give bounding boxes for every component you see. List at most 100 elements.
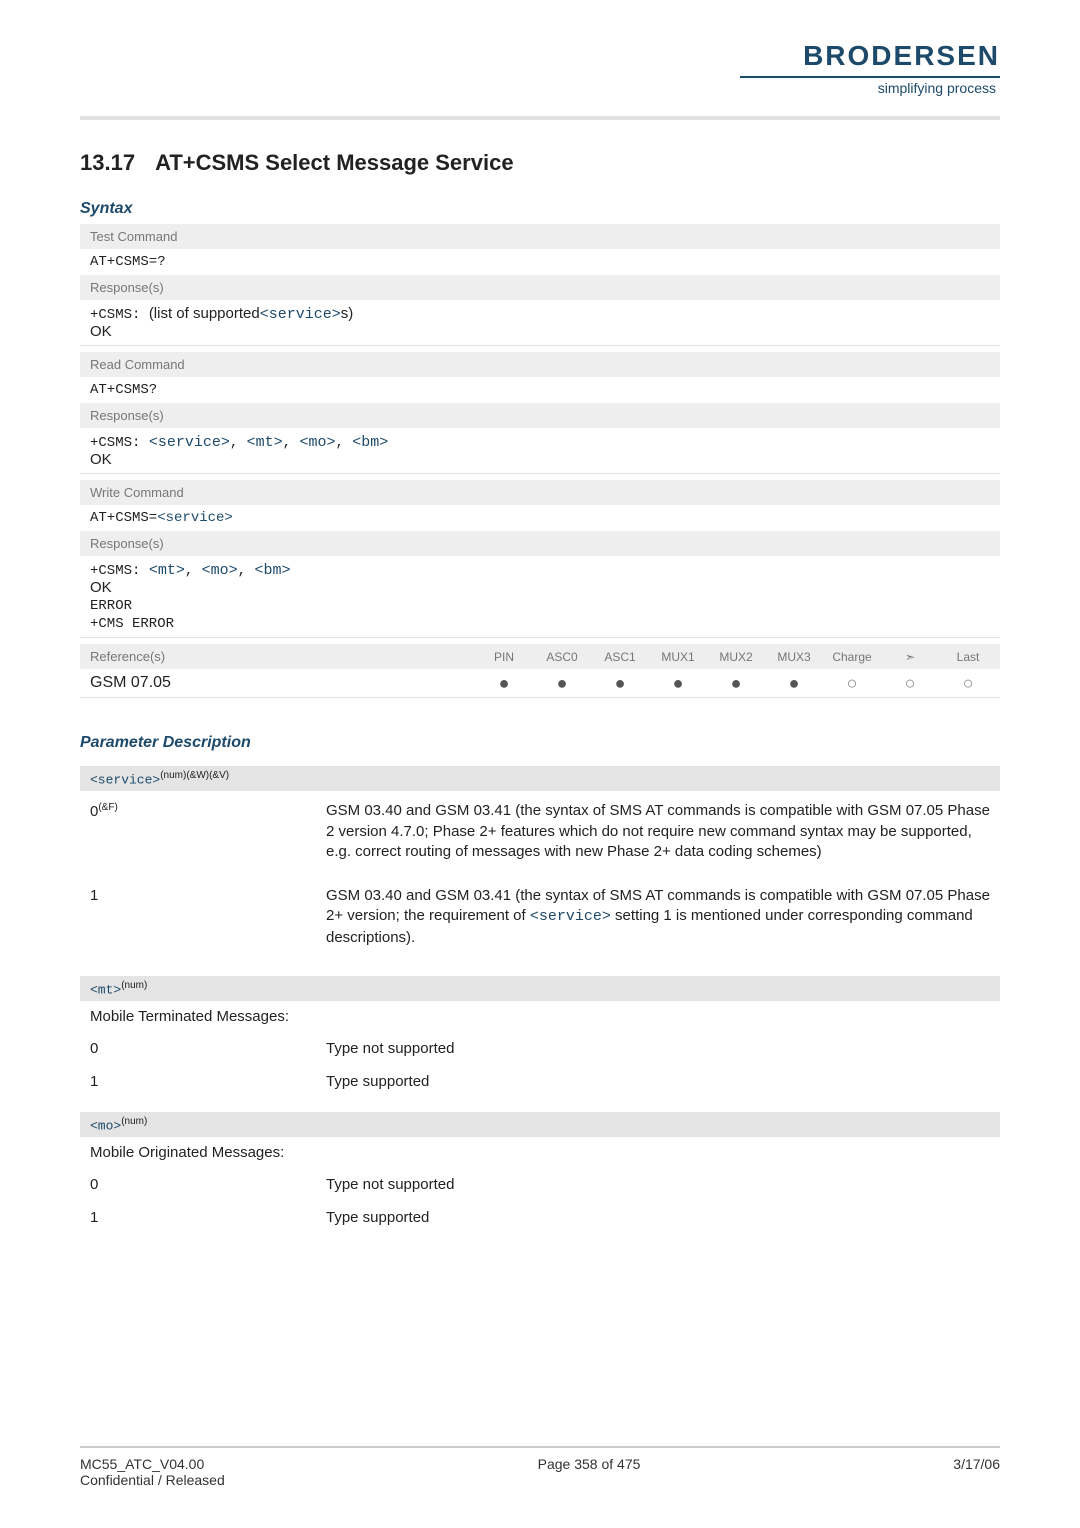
test-resp-param: <service> [260, 306, 341, 323]
read-p2: <mt> [247, 434, 283, 451]
test-resp-pre: +CSMS: [90, 307, 149, 323]
mo-v1: Type supported [326, 1208, 990, 1228]
write-err1: ERROR [90, 598, 132, 614]
read-ok: OK [90, 451, 112, 468]
page: BRODERSEN simplifying process 13.17 AT+C… [0, 0, 1080, 1528]
write-p1: <mt> [149, 562, 185, 579]
param-service-key0: 0(&F) [90, 801, 302, 862]
read-label: Read Command [80, 352, 1000, 377]
read-command-box: Read Command AT+CSMS? Response(s) +CSMS:… [80, 352, 1000, 474]
write-command-box: Write Command AT+CSMS=<service> Response… [80, 480, 1000, 638]
read-p1: <service> [149, 434, 230, 451]
test-response-label: Response(s) [80, 275, 1000, 300]
dot-mux1: ● [656, 674, 700, 692]
reference-value: GSM 07.05 [90, 674, 482, 692]
read-p4: <bm> [352, 434, 388, 451]
dot-asc1: ● [598, 674, 642, 692]
param-service-key1: 1 [90, 886, 302, 948]
write-ok: OK [90, 579, 112, 596]
reference-columns: PIN ASC0 ASC1 MUX1 MUX2 MUX3 Charge ➣ La… [482, 650, 990, 664]
param-service-val1: GSM 03.40 and GSM 03.41 (the syntax of S… [326, 886, 990, 948]
read-cmd: AT+CSMS? [80, 377, 1000, 403]
footer-page: Page 358 of 475 [538, 1456, 641, 1488]
param-heading: Parameter Description [80, 734, 1000, 752]
mt-v1: Type supported [326, 1072, 990, 1092]
param-service-row0: 0(&F) GSM 03.40 and GSM 03.41 (the synta… [80, 791, 1000, 876]
brand-tagline: simplifying process [740, 80, 1000, 96]
test-resp-mid: (list of supported [149, 305, 260, 322]
brand-block: BRODERSEN simplifying process [740, 40, 1000, 98]
footer-doc: MC55_ATC_V04.00 [80, 1456, 204, 1472]
test-response: +CSMS: (list of supported<service>s) OK [80, 300, 1000, 345]
test-cmd: AT+CSMS=? [80, 249, 1000, 275]
param-service-val0: GSM 03.40 and GSM 03.41 (the syntax of S… [326, 801, 990, 862]
test-resp-suf: s) [341, 305, 354, 322]
write-p3: <bm> [254, 562, 290, 579]
write-label: Write Command [80, 480, 1000, 505]
dot-last: ○ [946, 674, 990, 692]
mt-k1: 1 [90, 1072, 302, 1092]
param-mt-header: <mt>(num) [80, 976, 1000, 1001]
col-mux3: MUX3 [772, 650, 816, 664]
param-service-row1: 1 GSM 03.40 and GSM 03.41 (the syntax of… [80, 876, 1000, 962]
col-mux2: MUX2 [714, 650, 758, 664]
footer-rule [80, 1446, 1000, 1448]
header: BRODERSEN simplifying process [80, 40, 1000, 98]
footer-status: Confidential / Released [80, 1472, 225, 1488]
reference-row: GSM 07.05 ● ● ● ● ● ● ○ ○ ○ [80, 669, 1000, 697]
top-rule [80, 116, 1000, 120]
write-response-label: Response(s) [80, 531, 1000, 556]
param-service-header: <service>(num)(&W)(&V) [80, 766, 1000, 791]
brand-divider [740, 76, 1000, 78]
brand-name: BRODERSEN [740, 40, 1000, 72]
mo-v0: Type not supported [326, 1175, 990, 1195]
mt-v0: Type not supported [326, 1039, 990, 1059]
section-title: 13.17 AT+CSMS Select Message Service [80, 150, 1000, 176]
section-name: AT+CSMS Select Message Service [155, 150, 514, 176]
write-cmd: AT+CSMS=<service> [80, 505, 1000, 531]
dot-charge: ○ [830, 674, 874, 692]
mo-title: Mobile Originated Messages: [90, 1143, 302, 1163]
footer: MC55_ATC_V04.00 Confidential / Released … [80, 1446, 1000, 1488]
param-mt-name: <mt> [90, 982, 121, 997]
write-response: +CSMS: <mt>, <mo>, <bm> OK ERROR +CMS ER… [80, 556, 1000, 637]
reference-label: Reference(s) [90, 649, 482, 664]
param-mt-sup: (num) [121, 980, 147, 991]
footer-row: MC55_ATC_V04.00 Confidential / Released … [80, 1456, 1000, 1488]
param-mo-body: Mobile Originated Messages: 0 Type not su… [80, 1137, 1000, 1234]
test-command-box: Test Command AT+CSMS=? Response(s) +CSMS… [80, 224, 1000, 346]
dot-arrow: ○ [888, 674, 932, 692]
write-cmd-pre: AT+CSMS= [90, 510, 157, 526]
col-pin: PIN [482, 650, 526, 664]
col-charge: Charge [830, 650, 874, 664]
col-asc1: ASC1 [598, 650, 642, 664]
write-cmd-param: <service> [157, 510, 233, 526]
col-arrow-icon: ➣ [888, 650, 932, 664]
param-mo-name: <mo> [90, 1118, 121, 1133]
syntax-heading: Syntax [80, 200, 1000, 218]
footer-date: 3/17/06 [953, 1456, 1000, 1488]
col-mux1: MUX1 [656, 650, 700, 664]
write-p2: <mo> [202, 562, 238, 579]
read-p3: <mo> [299, 434, 335, 451]
reference-header: Reference(s) PIN ASC0 ASC1 MUX1 MUX2 MUX… [80, 644, 1000, 669]
param-mo-header: <mo>(num) [80, 1112, 1000, 1137]
mo-k1: 1 [90, 1208, 302, 1228]
reference-box: Reference(s) PIN ASC0 ASC1 MUX1 MUX2 MUX… [80, 644, 1000, 698]
col-asc0: ASC0 [540, 650, 584, 664]
dot-mux3: ● [772, 674, 816, 692]
read-pre: +CSMS: [90, 435, 149, 451]
dot-pin: ● [482, 674, 526, 692]
footer-left: MC55_ATC_V04.00 Confidential / Released [80, 1456, 225, 1488]
param-mo-sup: (num) [121, 1116, 147, 1127]
section-number: 13.17 [80, 150, 135, 176]
service-0-sup: (&F) [98, 802, 117, 813]
mo-k0: 0 [90, 1175, 302, 1195]
read-response-label: Response(s) [80, 403, 1000, 428]
reference-dots: ● ● ● ● ● ● ○ ○ ○ [482, 674, 990, 692]
service-1-param: <service> [530, 908, 611, 925]
mt-k0: 0 [90, 1039, 302, 1059]
dot-mux2: ● [714, 674, 758, 692]
test-label: Test Command [80, 224, 1000, 249]
col-last: Last [946, 650, 990, 664]
